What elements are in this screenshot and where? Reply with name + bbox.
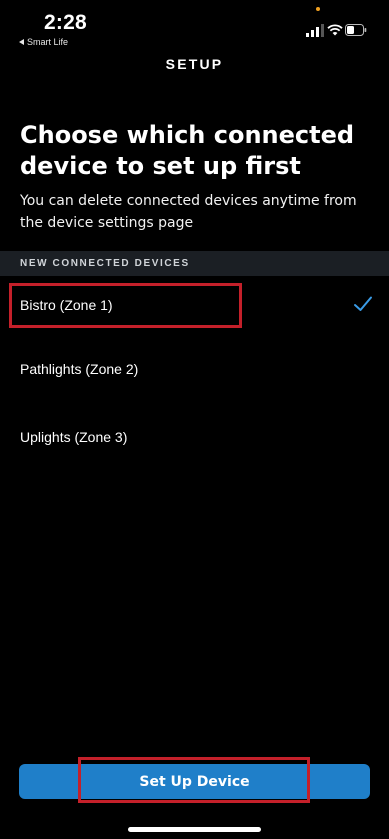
device-row-uplights[interactable]: Uplights (Zone 3)	[0, 411, 389, 463]
set-up-device-button[interactable]: Set Up Device	[19, 764, 370, 799]
status-bar: 2:28 Smart Life	[0, 0, 389, 52]
privacy-indicator-dot	[316, 7, 320, 11]
back-triangle-icon	[19, 39, 24, 45]
back-app-label: Smart Life	[27, 37, 69, 47]
checkmark-icon	[354, 296, 372, 311]
device-row-bistro[interactable]: Bistro (Zone 1)	[0, 279, 389, 331]
device-row-pathlights[interactable]: Pathlights (Zone 2)	[0, 343, 389, 395]
status-icons	[305, 22, 367, 38]
device-label: Pathlights (Zone 2)	[20, 361, 139, 377]
section-header: NEW CONNECTED DEVICES	[0, 251, 389, 276]
status-time: 2:28	[44, 11, 87, 34]
wifi-icon	[327, 24, 343, 36]
page-title: SETUP	[165, 56, 224, 72]
battery-icon	[345, 24, 367, 36]
main-heading: Choose which connected device to set up …	[20, 121, 355, 180]
device-label: Bistro (Zone 1)	[20, 297, 113, 313]
home-indicator[interactable]	[128, 827, 261, 832]
device-label: Uplights (Zone 3)	[20, 429, 128, 445]
description-text: You can delete connected devices anytime…	[20, 193, 357, 231]
back-to-app-link[interactable]: Smart Life	[19, 37, 68, 47]
signal-icon	[306, 24, 324, 37]
